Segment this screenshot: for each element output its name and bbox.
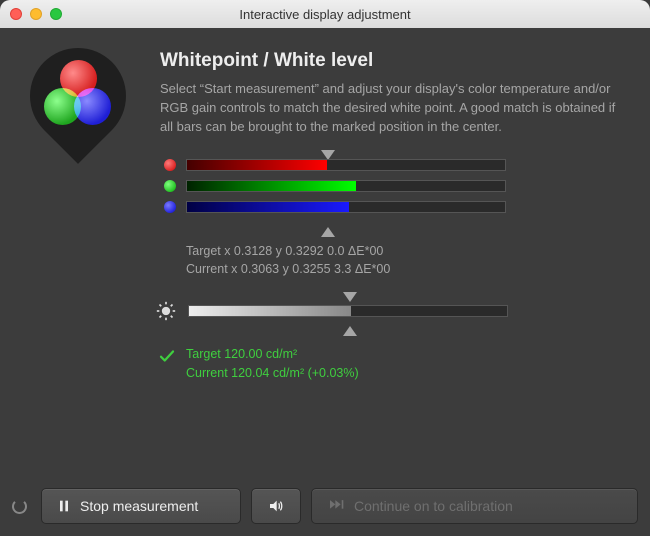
- blue-bar-fill: [187, 202, 349, 212]
- speaker-icon: [268, 498, 284, 514]
- rgb-bars-area: [0, 147, 650, 234]
- brightness-icon: [156, 301, 176, 321]
- logo-blue-circle: [74, 88, 111, 125]
- window: Interactive display adjustment Whitepoin…: [0, 0, 650, 536]
- window-title: Interactive display adjustment: [0, 7, 650, 22]
- footer-toolbar: Stop measurement: [12, 488, 638, 524]
- whitepoint-current-line: Current x 0.3063 y 0.3255 3.3 ΔE*00: [186, 260, 650, 279]
- brightness-readout: Target 120.00 cd/m² Current 120.04 cd/m²…: [186, 345, 359, 383]
- green-bar-fill: [187, 181, 356, 191]
- green-dot-icon: [164, 180, 176, 192]
- brightness-target-marker-bottom-icon: [343, 326, 357, 336]
- green-bar-row: [164, 180, 610, 192]
- stop-measurement-button[interactable]: Stop measurement: [41, 488, 241, 524]
- red-bar-fill: [187, 160, 327, 170]
- red-bar-row: [164, 159, 610, 171]
- brightness-target-marker-top-icon: [343, 292, 357, 302]
- traffic-lights: [10, 8, 62, 20]
- header-text: Whitepoint / White level Select “Start m…: [160, 50, 624, 147]
- blue-dot-icon: [164, 201, 176, 213]
- pause-icon: [56, 498, 72, 514]
- blue-bar-row: [164, 201, 610, 213]
- brightness-bar-fill: [189, 306, 351, 316]
- logo-cell: [22, 50, 142, 147]
- section-title: Whitepoint / White level: [160, 50, 624, 72]
- window-minimize-button[interactable]: [30, 8, 42, 20]
- titlebar: Interactive display adjustment: [0, 0, 650, 28]
- header-row: Whitepoint / White level Select “Start m…: [0, 28, 650, 147]
- section-description: Select “Start measurement” and adjust yo…: [160, 80, 624, 137]
- rgb-target-marker-bottom-icon: [321, 227, 335, 237]
- blue-bar-track: [186, 201, 506, 213]
- continue-calibration-button[interactable]: Continue on to calibration: [311, 488, 638, 524]
- checkmark-icon: [158, 347, 176, 365]
- continue-calibration-label: Continue on to calibration: [354, 498, 513, 514]
- whitepoint-target-line: Target x 0.3128 y 0.3292 0.0 ΔE*00: [186, 242, 650, 261]
- brightness-ok-block: Target 120.00 cd/m² Current 120.04 cd/m²…: [0, 345, 650, 383]
- sound-toggle-button[interactable]: [251, 488, 301, 524]
- brightness-target-line: Target 120.00 cd/m²: [186, 345, 359, 364]
- brightness-bar-track: [188, 305, 508, 317]
- stop-measurement-label: Stop measurement: [80, 498, 198, 514]
- content: Whitepoint / White level Select “Start m…: [0, 28, 650, 536]
- brightness-block: [0, 289, 650, 333]
- window-zoom-button[interactable]: [50, 8, 62, 20]
- brightness-row: [0, 301, 650, 321]
- red-bar-track: [186, 159, 506, 171]
- measurement-spinner-icon: [12, 499, 27, 514]
- brightness-current-line: Current 120.04 cd/m² (+0.03%): [186, 364, 359, 383]
- app-logo: [22, 50, 132, 145]
- whitepoint-readout: Target x 0.3128 y 0.3292 0.0 ΔE*00 Curre…: [0, 242, 650, 280]
- window-close-button[interactable]: [10, 8, 22, 20]
- red-dot-icon: [164, 159, 176, 171]
- fast-forward-bar-icon: [330, 498, 346, 514]
- green-bar-track: [186, 180, 506, 192]
